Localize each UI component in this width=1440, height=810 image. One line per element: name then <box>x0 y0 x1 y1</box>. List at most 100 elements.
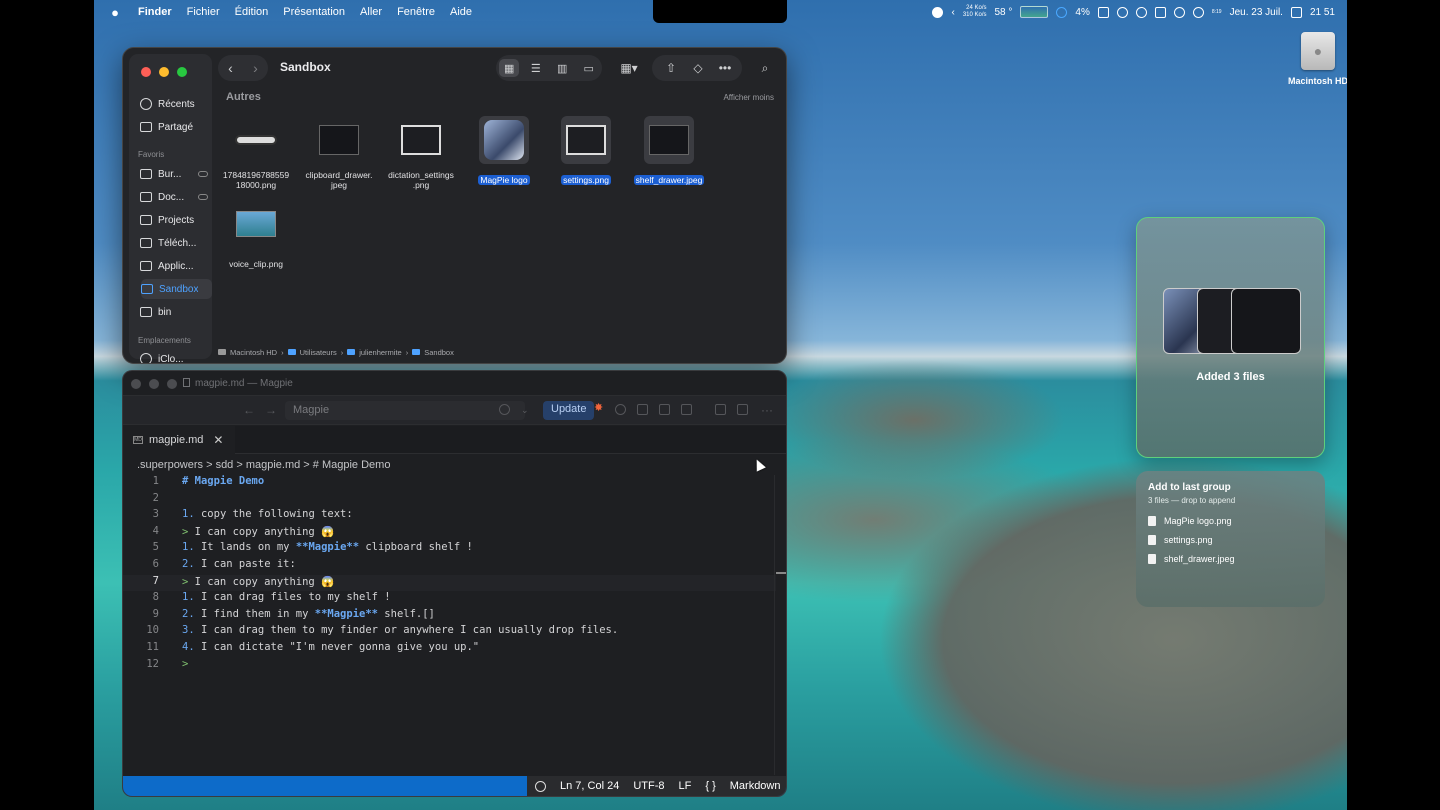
icon-view-icon[interactable]: ▦ <box>499 59 520 77</box>
split-icon[interactable] <box>637 404 648 415</box>
search-icon[interactable]: ⌕ <box>754 58 776 78</box>
code-line[interactable]: 10 3. I can drag them to my finder or any… <box>123 624 776 641</box>
editor-scrollbar[interactable] <box>774 475 786 775</box>
magpie-shelf[interactable]: Added 3 files <box>1136 217 1325 458</box>
menu-fichier[interactable]: Fichier <box>187 6 220 18</box>
sidebar-item-bureau[interactable]: Bur... <box>140 164 212 184</box>
code-line[interactable]: 9 2. I find them in my **Magpie** shelf.[… <box>123 608 776 625</box>
airdrop-icon[interactable] <box>1116 6 1128 18</box>
magpie-status-icon[interactable] <box>1056 6 1068 18</box>
fullscreen-icon[interactable] <box>715 404 726 415</box>
file-stack-preview[interactable] <box>1163 288 1301 354</box>
more-icon[interactable]: ··· <box>761 403 773 417</box>
close-button[interactable] <box>141 67 151 77</box>
sidebar-item-icloud[interactable]: iClo... <box>140 349 212 363</box>
file-item[interactable]: 17848196788559 18000.png <box>215 116 297 193</box>
menu-time[interactable]: 21 51 <box>1310 7 1335 18</box>
file-item[interactable]: clipboard_drawer. jpeg <box>298 116 380 193</box>
screen-icon[interactable] <box>1097 6 1109 18</box>
sidebar-item-applications[interactable]: Applic... <box>140 256 212 276</box>
history-icon[interactable] <box>615 404 626 415</box>
tag-icon[interactable]: ◇ <box>687 58 709 78</box>
path-segment[interactable]: Macintosh HD <box>230 348 277 357</box>
line-ending[interactable]: LF <box>679 780 692 792</box>
network-speed[interactable]: 24 Ko/s 310 Ko/s <box>963 5 987 19</box>
code-line[interactable]: 8 1. I can drag files to my shelf ! <box>123 591 776 608</box>
temperature[interactable]: 58 ° <box>995 7 1013 18</box>
cursor-position[interactable]: Ln 7, Col 24 <box>560 780 619 792</box>
file-item[interactable]: voice_clip.png <box>215 200 297 272</box>
close-icon[interactable]: ✕ <box>213 433 223 447</box>
battery-percent[interactable]: 4% <box>1075 7 1089 18</box>
more-icon[interactable]: ••• <box>714 58 736 78</box>
file-item-selected[interactable]: shelf_drawer.jpeg <box>628 116 710 188</box>
code-line[interactable]: 2 <box>123 492 776 509</box>
zoom-icon[interactable] <box>535 780 546 792</box>
close-button[interactable] <box>131 379 141 389</box>
volume-icon[interactable] <box>1173 6 1185 18</box>
code-line[interactable]: 5 1. It lands on my **Magpie** clipboard … <box>123 541 776 558</box>
gallery-view-icon[interactable]: ▭ <box>579 59 599 77</box>
zoom-button[interactable] <box>167 379 177 389</box>
file-item-selected[interactable]: settings.png <box>545 116 627 188</box>
chevron-left-icon[interactable]: ‹ <box>951 7 954 18</box>
path-segment[interactable]: julienhermite <box>359 348 402 357</box>
code-line[interactable]: 11 4. I can dictate "I'm never gonna give… <box>123 641 776 658</box>
minimize-button[interactable] <box>149 379 159 389</box>
encoding[interactable]: UTF-8 <box>633 780 664 792</box>
braces-icon[interactable]: { } <box>705 780 715 792</box>
zoom-button[interactable] <box>177 67 187 77</box>
path-segment[interactable]: Utilisateurs <box>300 348 337 357</box>
command-search[interactable]: Magpie <box>285 401 525 420</box>
menu-edition[interactable]: Édition <box>235 6 269 18</box>
menu-fenetre[interactable]: Fenêtre <box>397 6 435 18</box>
menu-app-finder[interactable]: Finder <box>138 6 172 18</box>
menu-aide[interactable]: Aide <box>450 6 472 18</box>
code-line[interactable]: 6 2. I can paste it: <box>123 558 776 575</box>
back-icon[interactable]: ‹ <box>228 60 233 76</box>
clock-icon[interactable] <box>1192 6 1204 18</box>
link-icon[interactable] <box>1154 6 1166 18</box>
control-center-icon[interactable] <box>1290 6 1302 18</box>
desktop-drive[interactable]: ● Macintosh HD <box>1274 32 1347 86</box>
grid-icon[interactable] <box>659 404 670 415</box>
breadcrumb[interactable]: .superpowers > sdd > magpie.md > # Magpi… <box>137 459 390 471</box>
code-line[interactable]: 3 1. copy the following text: <box>123 508 776 525</box>
send-icon[interactable] <box>737 404 748 415</box>
cpu-graph-icon[interactable] <box>1020 6 1049 18</box>
mini-clock[interactable]: 8:19 <box>1212 9 1222 15</box>
drop-target-panel[interactable]: Add to last group 3 files — drop to appe… <box>1136 471 1325 607</box>
minimize-button[interactable] <box>159 67 169 77</box>
file-item[interactable]: dictation_settings .png <box>380 116 462 193</box>
language-mode[interactable]: Markdown <box>730 780 781 792</box>
sidebar-item-documents[interactable]: Doc... <box>140 187 212 207</box>
sidebar-item-projects[interactable]: Projects <box>140 210 212 230</box>
lock-icon[interactable] <box>681 404 692 415</box>
code-line-current[interactable]: 7 > I can copy anything 😱 <box>123 574 776 592</box>
code-line[interactable]: 12 > <box>123 658 776 675</box>
menu-presentation[interactable]: Présentation <box>283 6 345 18</box>
group-by-icon[interactable]: ▦▾ <box>614 58 644 78</box>
forward-icon[interactable]: › <box>253 60 258 76</box>
apple-menu-icon[interactable]: ● <box>108 5 122 20</box>
code-line[interactable]: 1 # Magpie Demo <box>123 475 776 492</box>
show-less-link[interactable]: Afficher moins <box>723 93 774 102</box>
sidebar-item-telechargements[interactable]: Téléch... <box>140 233 212 253</box>
sidebar-item-recents[interactable]: Récents <box>140 94 212 114</box>
chevron-down-icon[interactable]: ⌄ <box>521 405 529 416</box>
sidebar-item-bin[interactable]: bin <box>140 302 212 322</box>
sidebar-item-partage[interactable]: Partagé <box>140 117 212 137</box>
code-editor[interactable]: 1 # Magpie Demo 2 3 1. copy the following … <box>123 475 776 674</box>
record-icon[interactable] <box>932 6 944 18</box>
sync-icon[interactable] <box>499 404 510 415</box>
sidebar-item-sandbox[interactable]: Sandbox <box>141 279 212 299</box>
forward-icon[interactable]: → <box>265 403 277 417</box>
wifi-icon[interactable] <box>1135 6 1147 18</box>
menu-aller[interactable]: Aller <box>360 6 382 18</box>
column-view-icon[interactable]: ▥ <box>552 59 572 77</box>
code-line[interactable]: 4 > I can copy anything 😱 <box>123 525 776 542</box>
path-segment[interactable]: Sandbox <box>424 348 454 357</box>
update-button[interactable]: Update <box>543 401 595 420</box>
menu-date[interactable]: Jeu. 23 Juil. <box>1230 7 1283 18</box>
tab-magpie-md[interactable]: MD magpie.md ✕ <box>123 426 235 454</box>
